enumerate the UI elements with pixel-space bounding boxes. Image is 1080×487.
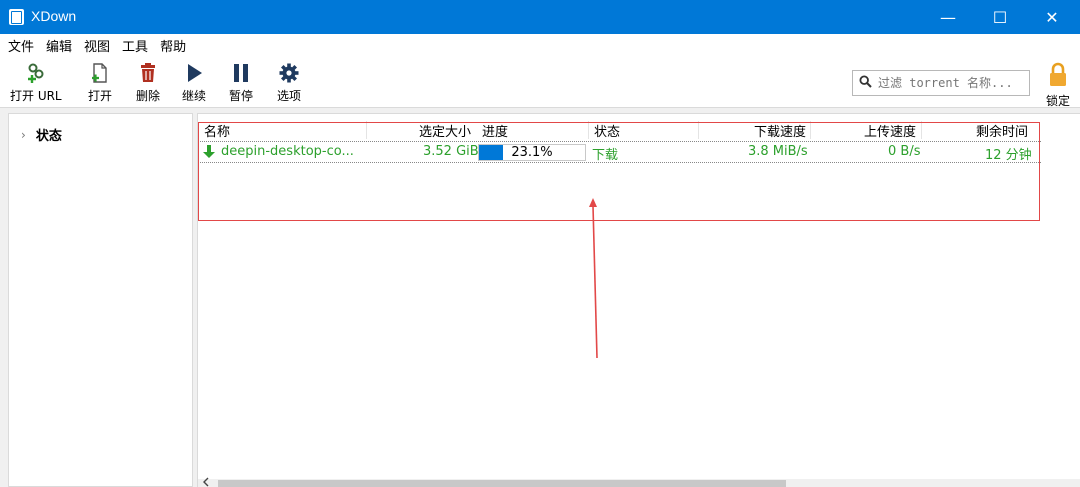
torrent-status: 下载 [592,148,619,163]
open-label: 打开 [88,89,113,103]
filter-box[interactable] [852,70,1030,96]
column-divider [921,121,922,139]
gear-icon [278,62,300,84]
pause-button[interactable]: 暂停 [229,62,253,106]
menu-tools[interactable]: 工具 [118,36,152,55]
lock-label: 锁定 [1045,94,1070,108]
sidebar-item-status[interactable]: › 状态 [21,125,62,145]
app-icon [9,9,24,25]
time-remaining: 12 分钟 [985,148,1032,163]
column-header-progress[interactable]: 进度 [482,121,508,140]
menu-help[interactable]: 帮助 [156,36,190,55]
torrent-name: deepin-desktop-co... [221,144,354,159]
column-header-size[interactable]: 选定大小 [419,121,471,140]
menu-view[interactable]: 视图 [80,36,114,55]
annotation-arrow [589,198,598,359]
pause-label: 暂停 [229,89,254,103]
horizontal-scrollbar[interactable] [198,477,1080,487]
download-speed: 3.8 MiB/s [748,144,808,159]
options-label: 选项 [277,89,302,103]
open-url-button[interactable]: 打开 URL [10,62,62,106]
open-url-label: 打开 URL [10,89,62,103]
progress-text: 23.1% [511,145,553,160]
column-divider [588,121,589,139]
torrent-size: 3.52 GiB [423,144,479,159]
lock-button[interactable]: 锁定 [1040,62,1076,108]
download-arrow-icon [202,144,216,163]
delete-button[interactable]: 删除 [136,62,160,106]
menu-edit[interactable]: 编辑 [42,36,76,55]
column-header-name[interactable]: 名称 [204,121,230,140]
search-icon [859,74,872,92]
options-button[interactable]: 选项 [277,62,301,106]
menu-bar: 文件 编辑 视图 工具 帮助 [0,34,1080,56]
lock-icon [1047,62,1069,92]
filter-input[interactable] [878,76,1026,90]
title-bar: XDown — ☐ ✕ [0,0,1080,34]
transfer-list: 名称 选定大小 进度 状态 下载速度 上传速度 剩余时间 deepin-desk… [197,113,1080,487]
column-header-up-speed[interactable]: 上传速度 [864,121,916,140]
upload-speed: 0 B/s [888,144,921,159]
column-header-status[interactable]: 状态 [594,121,620,140]
column-divider [698,121,699,139]
scrollbar-thumb[interactable] [218,480,786,487]
menu-file[interactable]: 文件 [4,36,38,55]
link-add-icon [25,62,47,84]
delete-label: 删除 [136,89,161,103]
pause-icon [230,62,252,84]
table-row[interactable]: deepin-desktop-co... 3.52 GiB 23.1% 下载 3… [198,141,1041,163]
chevron-right-icon[interactable]: › [21,128,26,142]
resume-label: 继续 [182,89,207,103]
file-add-icon [89,62,111,84]
trash-icon [137,62,159,84]
sidebar-item-label: 状态 [35,129,62,144]
minimize-button[interactable]: — [925,0,971,34]
scroll-left-icon[interactable] [202,477,209,487]
maximize-button[interactable]: ☐ [977,0,1023,34]
open-button[interactable]: 打开 [88,62,112,106]
resume-button[interactable]: 继续 [182,62,206,106]
close-button[interactable]: ✕ [1029,0,1075,34]
column-divider [810,121,811,139]
progress-bar: 23.1% [478,144,586,161]
column-divider [366,121,367,139]
play-icon [183,62,205,84]
sidebar: › 状态 [8,113,193,487]
window-title: XDown [31,8,77,24]
column-header-remaining[interactable]: 剩余时间 [976,121,1028,140]
column-header-down-speed[interactable]: 下载速度 [754,121,806,140]
